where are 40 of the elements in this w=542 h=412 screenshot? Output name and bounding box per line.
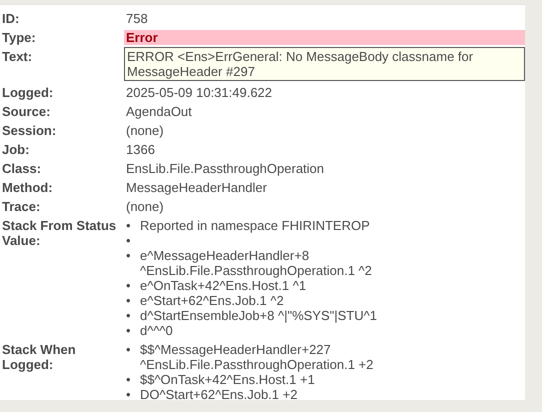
field-value: 758 — [125, 11, 149, 26]
bullet: • — [126, 278, 132, 293]
field-value: EnsLib.File.PassthroughOperation — [125, 161, 326, 176]
type-value: Error — [124, 30, 525, 45]
bullet: • — [126, 308, 132, 323]
field-label: Stack When Logged: — [1, 342, 77, 374]
message-text-box: ERROR <Ens>ErrGeneral: No MessageBody classname for MessageHeader #297 — [124, 47, 525, 81]
bullet: • — [126, 293, 132, 308]
field-label: ID: — [1, 11, 20, 26]
stack-line: d^^^0 — [140, 323, 173, 338]
bullet: • — [126, 342, 132, 359]
field-label: Class: — [1, 161, 42, 176]
field-value: MessageHeaderHandler — [125, 180, 268, 195]
field-value: (none) — [125, 199, 165, 214]
field-value: (none) — [125, 123, 165, 138]
bullet: • — [126, 233, 132, 248]
field-label: Stack From Status Value: — [1, 218, 118, 250]
field-label: Logged: — [1, 85, 54, 100]
stack-line: $$^MessageHeaderHandler+227 ^EnsLib.File.PassthroughOperation.1 +2 — [140, 342, 374, 372]
field-label: Job: — [1, 142, 30, 157]
field-label: Method: — [1, 180, 54, 195]
field-value: 1366 — [125, 142, 156, 157]
bullet: • — [126, 323, 132, 338]
stack-line: DO^Start+62^Ens.Job.1 +2 — [140, 387, 298, 402]
field-label: Text: — [1, 49, 34, 66]
stack-line: $$^OnTask+42^Ens.Host.1 +1 — [140, 372, 315, 387]
field-label: Session: — [1, 123, 58, 138]
field-label: Source: — [1, 104, 52, 119]
stack-line: e^Start+62^Ens.Job.1 ^2 — [140, 293, 284, 308]
stack-line: d^StartEnsembleJob+8 ^|"%SYS"|STU^1 — [140, 308, 377, 323]
field-value: 2025-05-09 10:31:49.622 — [125, 85, 274, 100]
stack-line: Reported in namespace FHIRINTEROP — [140, 218, 370, 233]
bullet: • — [126, 218, 132, 233]
field-label: Trace: — [1, 199, 42, 214]
field-value: AgendaOut — [125, 104, 193, 119]
field-label: Type: — [1, 30, 37, 45]
stack-line: e^OnTask+42^Ens.Host.1 ^1 — [140, 278, 306, 293]
bullet: • — [126, 387, 132, 402]
bullet: • — [126, 248, 132, 265]
bullet: • — [126, 372, 132, 387]
